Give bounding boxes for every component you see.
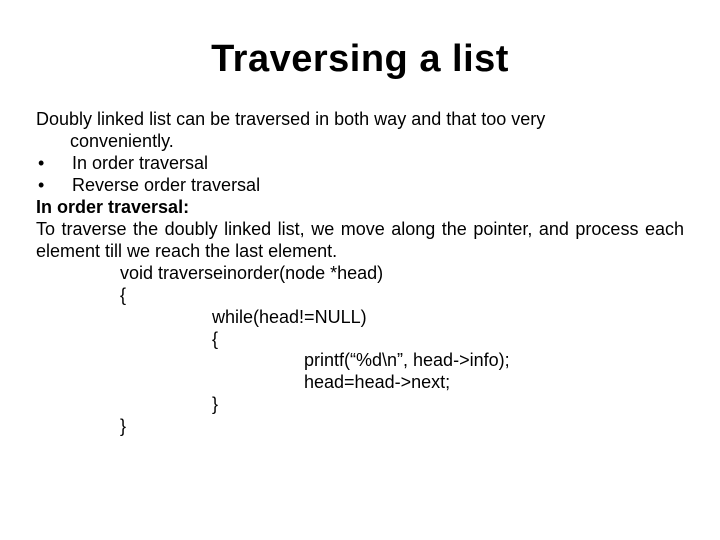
slide-body: Doubly linked list can be traversed in b… — [36, 109, 684, 438]
code-line-1: void traverseinorder(node *head) — [36, 263, 684, 285]
slide-title: Traversing a list — [36, 38, 684, 81]
code-line-5: printf(“%d\n”, head->info); — [36, 350, 684, 372]
code-line-4: { — [36, 329, 684, 351]
code-line-6: head=head->next; — [36, 372, 684, 394]
bullet-dot-icon: • — [36, 175, 52, 197]
code-line-8: } — [36, 416, 684, 438]
bullet-text-1: In order traversal — [72, 153, 684, 175]
code-line-2: { — [36, 285, 684, 307]
intro-text-line2: conveniently. — [36, 131, 684, 153]
bullet-dot-icon: • — [36, 153, 52, 175]
paragraph: To traverse the doubly linked list, we m… — [36, 219, 684, 263]
intro-text-line1: Doubly linked list can be traversed in b… — [36, 109, 684, 131]
bullet-item-1: • In order traversal — [36, 153, 684, 175]
code-line-3: while(head!=NULL) — [36, 307, 684, 329]
code-line-7: } — [36, 394, 684, 416]
slide: Traversing a list Doubly linked list can… — [0, 0, 720, 540]
bullet-text-2: Reverse order traversal — [72, 175, 684, 197]
subheading: In order traversal: — [36, 197, 684, 219]
bullet-item-2: • Reverse order traversal — [36, 175, 684, 197]
